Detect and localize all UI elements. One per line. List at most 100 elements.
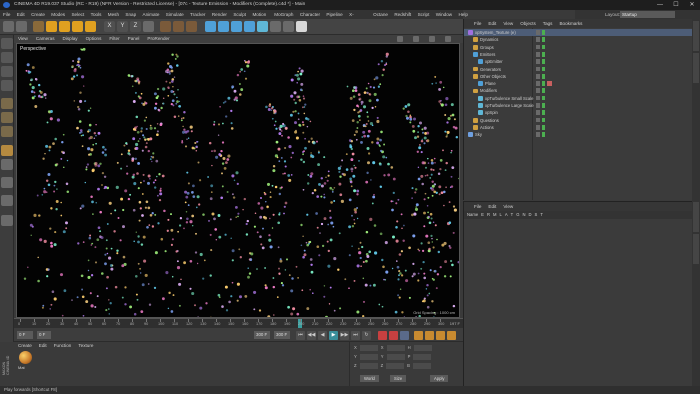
- object-row[interactable]: Questions: [464, 117, 700, 124]
- render-picture-viewer-icon[interactable]: [173, 21, 184, 32]
- autokey-icon[interactable]: [389, 331, 398, 340]
- zoom-icon[interactable]: [413, 36, 419, 42]
- menu-pipeline[interactable]: Pipeline: [326, 10, 342, 19]
- perspective-viewport[interactable]: Perspective Grid Spacing : 1000 cm: [16, 43, 460, 318]
- visibility-dot-icon[interactable]: [536, 37, 540, 43]
- coord-mode-dropdown[interactable]: World: [360, 375, 379, 382]
- visibility-dot-icon[interactable]: [536, 117, 540, 123]
- rotate-tool-icon[interactable]: [72, 21, 83, 32]
- toggle-view-icon[interactable]: [445, 36, 451, 42]
- menu-select[interactable]: Select: [71, 10, 84, 19]
- viewport-menu-panel[interactable]: Panel: [128, 35, 140, 43]
- attribute-menu-view[interactable]: View: [503, 202, 513, 211]
- enable-check-icon[interactable]: [542, 30, 545, 35]
- objects-tab[interactable]: [693, 21, 699, 51]
- layers-tab[interactable]: [693, 234, 699, 264]
- y-axis-lock-icon[interactable]: Y: [117, 21, 128, 32]
- workplane-icon[interactable]: [1, 80, 13, 91]
- viewport-menu-prorender[interactable]: ProRender: [147, 35, 169, 43]
- layout-dropdown[interactable]: Startup: [620, 11, 675, 18]
- light-icon[interactable]: [296, 21, 307, 32]
- object-row[interactable]: xpSpin: [464, 109, 700, 116]
- spline-pen-icon[interactable]: [218, 21, 229, 32]
- polygons-mode-icon[interactable]: [1, 126, 13, 137]
- object-row[interactable]: Generators: [464, 66, 700, 73]
- menu-mesh[interactable]: Mesh: [108, 10, 119, 19]
- viewport-menu-filter[interactable]: Filter: [109, 35, 119, 43]
- position-x-field[interactable]: [359, 345, 378, 351]
- object-row[interactable]: Dynamics: [464, 36, 700, 43]
- undo-icon[interactable]: [3, 21, 14, 32]
- visibility-dot-icon[interactable]: [536, 103, 540, 108]
- end-frame-field[interactable]: 300 F: [254, 331, 270, 339]
- viewport-menu-display[interactable]: Display: [63, 35, 78, 43]
- enable-check-icon[interactable]: [542, 124, 545, 130]
- cube-icon[interactable]: [205, 21, 216, 32]
- model-mode-icon[interactable]: [1, 52, 13, 63]
- preview-end-field[interactable]: 300 F: [274, 331, 290, 339]
- minimize-button[interactable]: —: [654, 0, 666, 10]
- visibility-dot-icon[interactable]: [536, 124, 540, 130]
- menu-motion-tracker[interactable]: Motion Tracker: [252, 10, 267, 26]
- content-browser-tab[interactable]: [693, 53, 699, 83]
- position-key-icon[interactable]: [414, 331, 423, 340]
- visibility-dot-icon[interactable]: [536, 132, 540, 137]
- enable-check-icon[interactable]: [542, 103, 545, 108]
- object-row[interactable]: Groups: [464, 44, 700, 51]
- menu-edit[interactable]: Edit: [17, 10, 25, 19]
- visibility-dot-icon[interactable]: [536, 51, 540, 57]
- object-row[interactable]: Sky: [464, 131, 700, 138]
- size-mode-dropdown[interactable]: Size: [390, 375, 407, 382]
- enable-check-icon[interactable]: [542, 51, 545, 57]
- start-frame-field[interactable]: 0 F: [17, 331, 33, 339]
- coordinate-system-icon[interactable]: [143, 21, 154, 32]
- snap-icon[interactable]: [1, 177, 13, 188]
- texture-tag-icon[interactable]: [547, 81, 552, 86]
- menu-simulate[interactable]: Simulate: [166, 10, 184, 19]
- visibility-dot-icon[interactable]: [536, 66, 540, 72]
- size-y-field[interactable]: [386, 354, 405, 360]
- x-axis-lock-icon[interactable]: X: [104, 21, 115, 32]
- viewport-menu-options[interactable]: Options: [86, 35, 102, 43]
- enable-check-icon[interactable]: [542, 73, 545, 79]
- z-axis-lock-icon[interactable]: Z: [130, 21, 141, 32]
- size-x-field[interactable]: [386, 345, 405, 351]
- menu-file[interactable]: File: [3, 10, 10, 19]
- visibility-dot-icon[interactable]: [536, 81, 540, 86]
- menu-help[interactable]: Help: [458, 10, 467, 19]
- object-menu-file[interactable]: File: [474, 19, 481, 28]
- object-menu-objects[interactable]: Objects: [520, 19, 536, 28]
- enable-check-icon[interactable]: [542, 66, 545, 72]
- next-key-button[interactable]: ▶▶: [340, 331, 349, 340]
- step-back-button[interactable]: ◀: [318, 331, 327, 340]
- lock-workplane-icon[interactable]: [1, 195, 13, 206]
- make-editable-icon[interactable]: [1, 38, 13, 49]
- visibility-dot-icon[interactable]: [536, 95, 540, 101]
- menu-redshift[interactable]: Redshift: [394, 10, 411, 19]
- menu-character[interactable]: Character: [300, 10, 320, 19]
- subdivision-surface-icon[interactable]: [231, 21, 242, 32]
- goto-start-button[interactable]: ⏮: [296, 331, 305, 340]
- camera-icon[interactable]: [283, 21, 294, 32]
- menu-window[interactable]: Window: [436, 10, 452, 19]
- material-menu-function[interactable]: Function: [54, 343, 72, 348]
- enable-check-icon[interactable]: [542, 59, 545, 64]
- maximize-button[interactable]: ☐: [670, 0, 682, 10]
- material-menu-texture[interactable]: Texture: [78, 343, 93, 348]
- object-row[interactable]: Emitters: [464, 51, 700, 58]
- edges-mode-icon[interactable]: [1, 112, 13, 123]
- move-tool-icon[interactable]: [46, 21, 57, 32]
- object-row[interactable]: xpSystem_Texture (e): [464, 29, 700, 37]
- object-row[interactable]: xpTurbulence Large Scale: [464, 102, 700, 109]
- scale-key-icon[interactable]: [425, 331, 434, 340]
- orbit-icon[interactable]: [429, 36, 435, 42]
- attribute-menu-file[interactable]: File: [474, 202, 481, 211]
- menu-tools[interactable]: Tools: [91, 10, 102, 19]
- material-name[interactable]: Mat: [18, 365, 25, 370]
- enable-check-icon[interactable]: [542, 95, 545, 101]
- points-mode-icon[interactable]: [1, 98, 13, 109]
- pan-icon[interactable]: [397, 36, 403, 42]
- rotation-b-field[interactable]: [412, 363, 431, 369]
- loop-button[interactable]: ↻: [362, 331, 371, 340]
- material-preview-swatch[interactable]: [19, 351, 32, 364]
